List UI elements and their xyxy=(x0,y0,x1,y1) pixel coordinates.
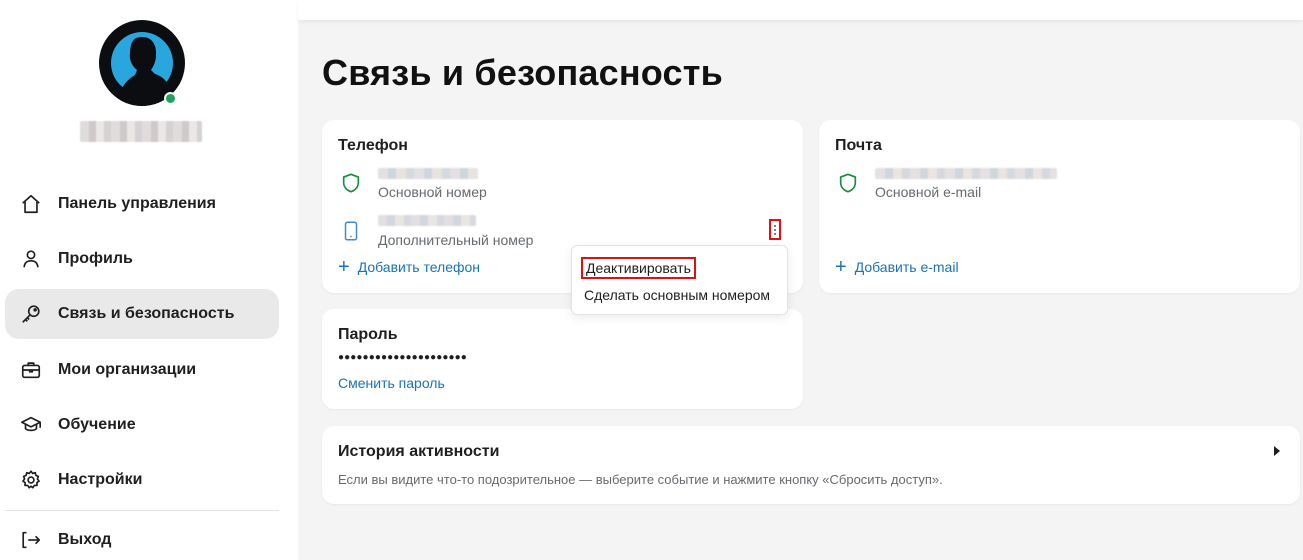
sidebar-item-learning[interactable]: Обучение xyxy=(5,400,279,450)
home-icon xyxy=(19,192,43,216)
plus-icon: + xyxy=(338,256,350,278)
password-card: Пароль ●●●●●●●●●●●●●●●●●●●●● Сменить пар… xyxy=(322,309,803,409)
user-icon xyxy=(19,247,43,271)
shield-icon xyxy=(839,173,857,193)
primary-phone-label: Основной номер xyxy=(378,184,487,200)
phone-card-title: Телефон xyxy=(338,137,408,154)
sidebar-item-logout[interactable]: Выход xyxy=(5,515,279,560)
sidebar-item-label: Настройки xyxy=(58,471,143,488)
menu-item-make-primary[interactable]: Сделать основным номером xyxy=(584,287,770,303)
page-title: Связь и безопасность xyxy=(322,52,723,93)
password-masked-value: ●●●●●●●●●●●●●●●●●●●●● xyxy=(338,352,467,363)
username-blurred xyxy=(80,121,202,142)
logout-icon xyxy=(19,528,43,552)
phone-icon xyxy=(344,221,358,241)
add-email-link[interactable]: + Добавить e-mail xyxy=(835,256,959,278)
key-icon xyxy=(19,302,43,326)
sidebar-item-label: Обучение xyxy=(58,416,136,433)
kebab-dot xyxy=(774,232,776,235)
history-description: Если вы видите что-то подозрительное — в… xyxy=(338,472,943,487)
add-phone-label: Добавить телефон xyxy=(357,259,481,275)
phone-more-options-button[interactable] xyxy=(769,219,781,240)
menu-item-deactivate[interactable]: Деактивировать xyxy=(581,257,696,279)
primary-phone-blurred xyxy=(378,168,478,179)
avatar[interactable] xyxy=(99,20,185,106)
email-card: Почта Основной e-mail + Добавить e-mail xyxy=(819,120,1300,293)
add-email-label: Добавить e-mail xyxy=(854,259,959,275)
kebab-dot xyxy=(774,224,776,227)
gear-icon xyxy=(19,468,43,492)
sidebar-divider xyxy=(5,510,279,511)
sidebar-item-label: Панель управления xyxy=(58,195,216,212)
primary-email-label: Основной e-mail xyxy=(875,184,982,200)
expand-arrow-icon[interactable] xyxy=(1274,446,1280,456)
add-phone-link[interactable]: + Добавить телефон xyxy=(338,256,481,278)
sidebar-item-dashboard[interactable]: Панель управления xyxy=(5,179,279,229)
briefcase-icon xyxy=(19,358,43,382)
sidebar-item-settings[interactable]: Настройки xyxy=(5,455,279,505)
sidebar-item-label: Мои организации xyxy=(58,361,197,378)
sidebar: Панель управления Профиль Связь и безопа… xyxy=(0,0,298,560)
top-bar xyxy=(298,0,1303,20)
secondary-phone-label: Дополнительный номер xyxy=(378,232,534,248)
online-status-dot xyxy=(164,92,177,105)
kebab-dot xyxy=(774,228,776,231)
password-card-title: Пароль xyxy=(338,326,398,343)
sidebar-item-label: Профиль xyxy=(58,250,133,267)
phone-context-menu: Деактивировать Сделать основным номером xyxy=(571,245,788,315)
secondary-phone-blurred xyxy=(378,215,476,226)
shield-icon xyxy=(342,173,360,193)
history-card[interactable]: История активности Если вы видите что-то… xyxy=(322,426,1300,504)
email-card-title: Почта xyxy=(835,137,882,154)
change-password-label: Сменить пароль xyxy=(338,375,445,391)
sidebar-item-label: Связь и безопасность xyxy=(58,305,235,322)
graduation-cap-icon xyxy=(19,413,43,437)
change-password-link[interactable]: Сменить пароль xyxy=(338,375,445,391)
sidebar-item-organizations[interactable]: Мои организации xyxy=(5,345,279,395)
history-card-title: История активности xyxy=(338,443,500,460)
sidebar-item-security[interactable]: Связь и безопасность xyxy=(5,289,279,339)
sidebar-item-profile[interactable]: Профиль xyxy=(5,234,279,284)
primary-email-blurred xyxy=(875,168,1057,179)
plus-icon: + xyxy=(835,256,847,278)
sidebar-item-label: Выход xyxy=(58,531,112,548)
